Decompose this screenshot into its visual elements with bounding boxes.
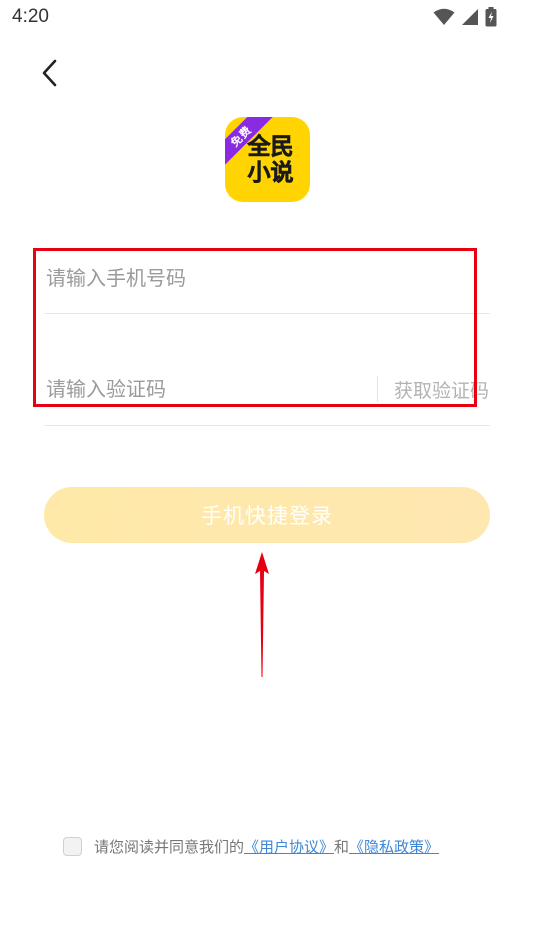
agreement: 请您阅读并同意我们的 《用户协议》 和 《隐私政策》 [63,836,439,857]
code-divider [377,376,378,402]
signal-icon [461,8,479,26]
status-icons [433,7,497,27]
login-button[interactable]: 手机快捷登录 [44,487,490,543]
battery-charging-icon [485,7,497,27]
status-bar: 4:20 [0,0,535,36]
code-field: 获取验证码 [44,356,490,426]
get-code-button[interactable]: 获取验证码 [394,376,489,403]
logo-line-1: 全民 [247,133,294,160]
login-button-label: 手机快捷登录 [201,504,333,528]
annotation-arrow [252,552,272,677]
wifi-icon [433,8,455,26]
logo-line-2: 小说 [247,159,294,186]
app-logo: 免费 全民 小说 [225,117,310,202]
logo-text: 全民 小说 [225,117,310,202]
verification-code-input[interactable] [46,372,366,406]
phone-input[interactable] [46,261,466,295]
phone-field [44,245,490,314]
agreement-prefix: 请您阅读并同意我们的 [94,838,245,856]
back-button[interactable] [30,55,70,95]
status-time: 4:20 [12,6,49,27]
agreement-connector: 和 [334,838,350,856]
agreement-checkbox[interactable] [63,837,82,856]
privacy-policy-link[interactable]: 《隐私政策》 [349,836,439,857]
user-agreement-link[interactable]: 《用户协议》 [244,836,334,857]
chevron-left-icon [40,58,60,92]
